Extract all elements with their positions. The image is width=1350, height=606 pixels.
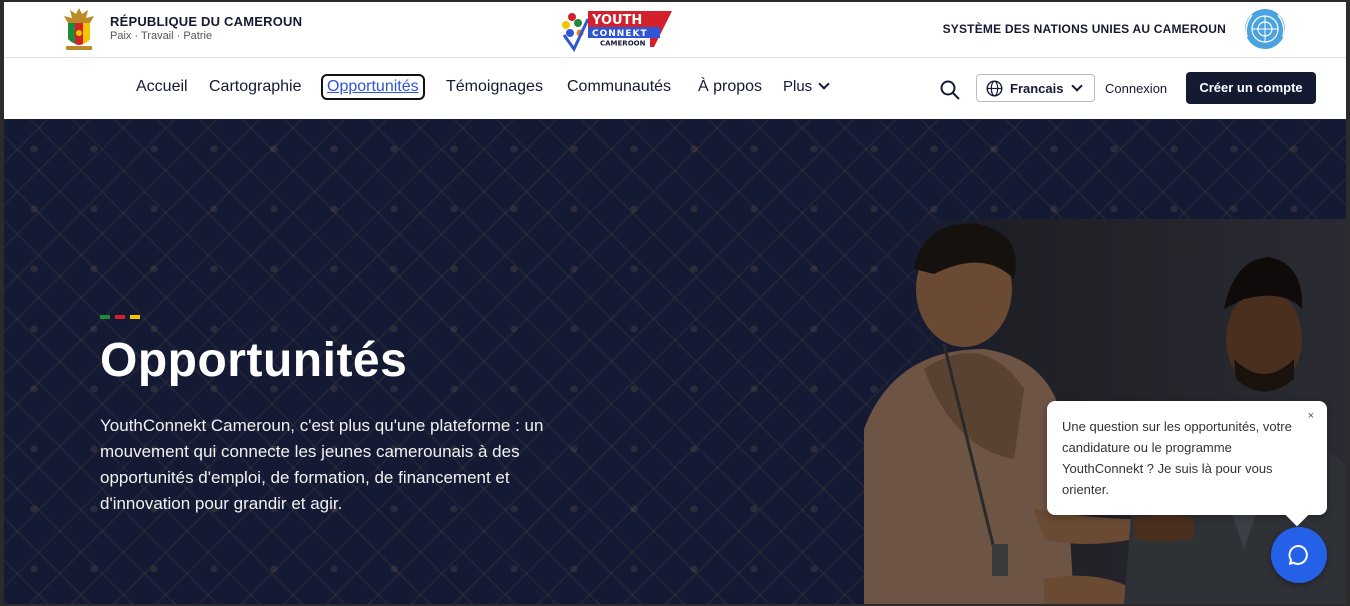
close-icon[interactable]: × — [1308, 410, 1314, 422]
government-motto: Paix · Travail · Patrie — [110, 30, 213, 42]
nav-accueil[interactable]: Accueil — [136, 78, 188, 96]
main-nav: Accueil Cartographie Opportunités Témoig… — [4, 58, 1346, 119]
nav-opportunites[interactable]: Opportunités — [321, 74, 425, 100]
chat-open-button[interactable] — [1271, 527, 1327, 583]
nav-plus-label: Plus — [783, 78, 813, 95]
cameroon-coat-of-arms-icon — [64, 8, 94, 50]
language-label: Francais — [1010, 81, 1064, 96]
government-title: RÉPUBLIQUE DU CAMEROUN — [110, 14, 303, 29]
language-selector[interactable]: Francais — [976, 74, 1095, 102]
logo-cameroon-text: CAMEROON — [600, 40, 646, 48]
un-emblem-icon — [1245, 9, 1285, 49]
hero-section: Opportunités YouthConnekt Cameroun, c'es… — [4, 119, 1346, 604]
search-icon[interactable] — [940, 80, 960, 100]
nav-cartographie[interactable]: Cartographie — [209, 78, 302, 96]
nav-communautes[interactable]: Communautés — [567, 78, 671, 96]
chat-icon — [1288, 545, 1308, 565]
chevron-down-icon — [818, 78, 830, 90]
nav-a-propos[interactable]: À propos — [698, 78, 762, 96]
browser-viewport: RÉPUBLIQUE DU CAMEROUN Paix · Travail · … — [4, 2, 1346, 604]
nav-plus-dropdown[interactable]: Plus — [783, 78, 830, 95]
accent-red — [115, 315, 125, 319]
youthconnekt-logo[interactable]: YOUTH CONNEKT CAMEROON — [558, 7, 676, 53]
hero-description: YouthConnekt Cameroun, c'est plus qu'une… — [100, 416, 544, 513]
flag-accent-bar — [100, 315, 140, 319]
logo-connekt-text: CONNEKT — [592, 29, 648, 39]
logo-youth-text: YOUTH — [591, 13, 642, 28]
top-bar: RÉPUBLIQUE DU CAMEROUN Paix · Travail · … — [4, 2, 1346, 58]
nav-temoignages[interactable]: Témoignages — [446, 78, 543, 96]
globe-icon — [986, 80, 1003, 97]
chat-bubble: Une question sur les opportunités, votre… — [1047, 401, 1327, 527]
chat-bubble-text: Une question sur les opportunités, votre… — [1062, 419, 1292, 497]
create-account-button[interactable]: Créer un compte — [1186, 72, 1316, 104]
page-title: Opportunités — [100, 334, 408, 387]
accent-green — [100, 315, 110, 319]
accent-yellow — [130, 315, 140, 319]
un-system-text: SYSTÈME DES NATIONS UNIES AU CAMEROUN — [942, 22, 1226, 36]
login-link[interactable]: Connexion — [1105, 81, 1167, 96]
chevron-down-icon — [1071, 80, 1083, 92]
